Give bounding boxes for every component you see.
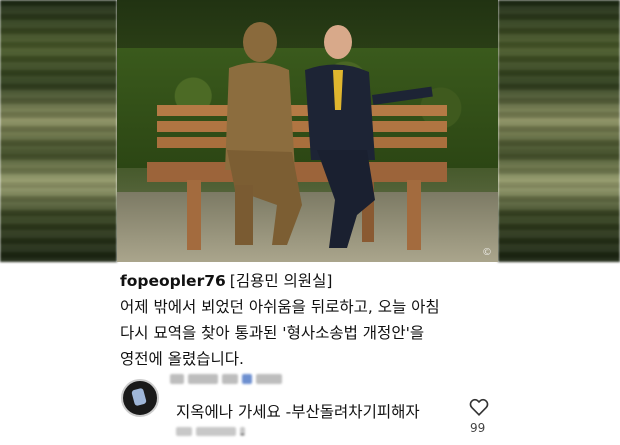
photo-watermark: © xyxy=(482,247,492,258)
caption-line-2: 다시 묘역을 찾아 통과된 '형사소송법 개정안'을 xyxy=(120,324,425,342)
post-photo: © xyxy=(117,0,498,262)
post-caption: fopeopler76 [김용민 의원실] 어제 밖에서 뵈었던 아쉬움을 뒤로하… xyxy=(120,268,500,372)
comment-meta-redacted: - xyxy=(176,427,245,442)
blurred-side-panel-right xyxy=(498,0,620,262)
avatar[interactable] xyxy=(121,379,159,417)
caption-line-1: 어제 밖에서 뵈었던 아쉬움을 뒤로하고, 오늘 아침 xyxy=(120,298,440,316)
commenter-name-redacted[interactable] xyxy=(170,372,282,386)
bench-scene xyxy=(147,22,447,250)
blurred-side-panel-left xyxy=(0,0,117,262)
username[interactable]: fopeopler76 xyxy=(120,272,226,290)
comment-meta-dash: - xyxy=(240,427,245,442)
office-name: [김용민 의원실] xyxy=(229,272,333,290)
heart-icon[interactable] xyxy=(468,396,490,418)
caption-line-3: 영전에 올렸습니다. xyxy=(120,350,244,368)
like-count: 99 xyxy=(470,421,486,435)
comment-text: 지옥에나 가세요 -부산돌려차기피해자 xyxy=(176,403,420,421)
